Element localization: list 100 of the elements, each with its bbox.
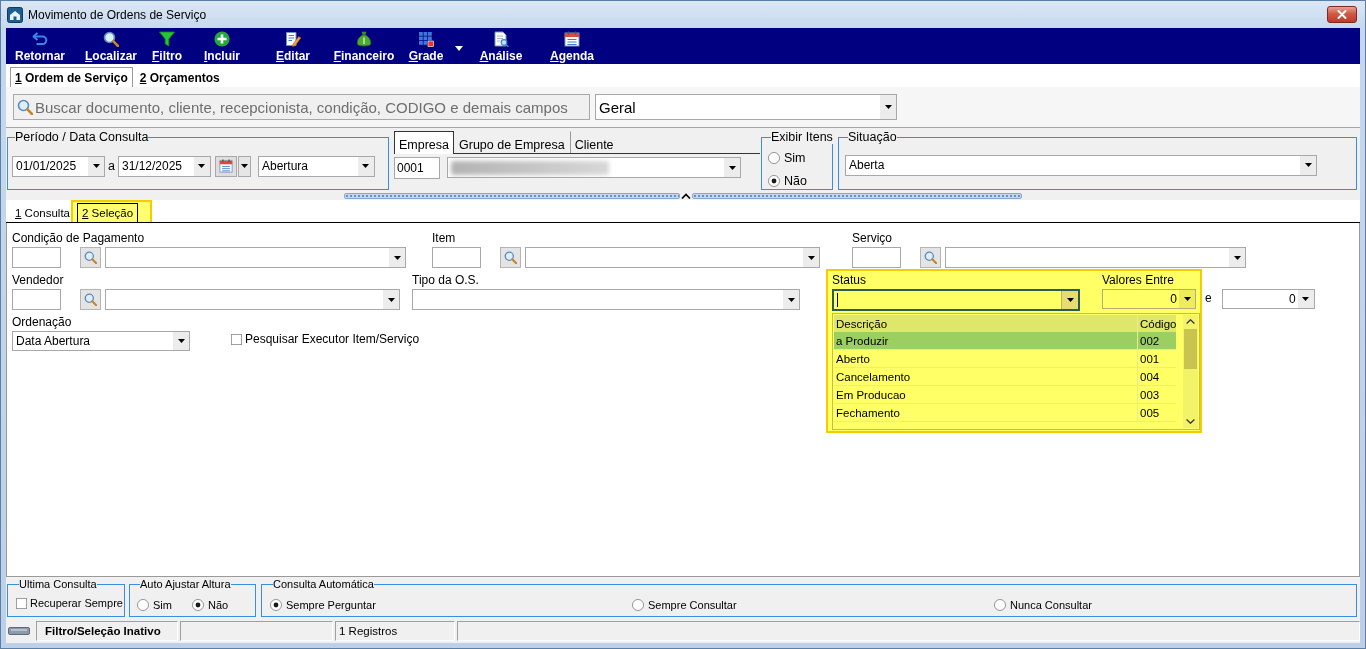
input-field[interactable] [432,247,481,268]
caret-down-icon [728,165,736,170]
tab[interactable]: Grupo de Empresa [454,131,570,153]
list-row[interactable]: Em Producao 003 [834,386,1176,404]
caret-down-icon [198,164,206,168]
dropdown[interactable]: Abertura [257,155,375,177]
calendar-icon [564,31,580,47]
splitter-grip[interactable] [344,193,680,199]
input-field[interactable] [852,247,901,268]
list-row[interactable]: a Produzir 002 [834,332,1176,350]
search-button[interactable] [920,247,941,268]
splitter-grip[interactable] [692,193,1022,199]
tab[interactable]: Cliente [569,131,619,153]
window-title: Movimento de Ordens de Serviço [28,7,208,22]
table-cell-text: Fechamento [835,405,901,421]
search-button[interactable] [80,289,101,310]
dropdown[interactable]: Geral [595,94,897,120]
list-row[interactable]: Aberto 001 [834,350,1176,368]
toolbar-button[interactable]: Localizar [74,28,148,64]
field-label: Serviço [852,231,892,247]
checkbox[interactable]: Pesquisar Executor Item/Serviço [231,332,420,346]
caret-down-icon [807,255,815,260]
radio-option[interactable]: Sempre Consultar [632,598,737,612]
dropdown[interactable]: Data Abertura [12,331,190,351]
tab[interactable]: 1 Consulta [12,203,73,222]
caret-down-icon [1302,297,1310,301]
toolbar-button[interactable]: Análise [466,28,536,64]
input-field[interactable] [12,247,61,268]
status-indicator-icon [8,626,30,636]
tab[interactable]: 2 Orçamentos [134,67,225,87]
toolbar-button[interactable]: Filtro [148,28,186,64]
scrollbar-thumb[interactable] [1184,329,1197,369]
dropdown-button[interactable] [237,155,251,177]
caret-down-icon [787,297,795,302]
dropdown[interactable]: 31/12/2025 [117,155,211,177]
input-field[interactable]: 0001 [394,157,440,179]
grid-icon [418,31,434,47]
group-label: Situação [848,131,897,144]
document-search-icon [493,31,509,47]
tab[interactable]: 2 Seleção [77,203,139,222]
field-label: Condição de Pagamento [12,231,145,247]
calendar-icon [218,159,233,173]
radio-option[interactable]: Sim [768,150,806,165]
dropdown[interactable]: 0 [1102,289,1196,309]
toolbar-button[interactable]: Grade [400,28,452,64]
dropdown[interactable]: Aberta [845,154,1317,176]
search-icon [504,251,517,264]
search-icon [84,251,97,264]
radio-option[interactable]: Não [768,173,807,188]
caret-down-icon [177,339,185,343]
close-button[interactable] [1327,6,1357,23]
search-button[interactable] [500,247,521,268]
status-panel: Filtro/Seleção Inativo [36,621,178,641]
chevron-up-icon [1186,319,1195,324]
text-cursor [837,293,838,307]
tab[interactable]: Empresa [394,131,455,154]
input-field[interactable] [12,289,61,310]
chevron-down-icon [1186,419,1195,424]
list-row[interactable]: Fechamento 005 [834,404,1176,422]
return-arrow-icon [32,31,48,47]
caret-down-icon [455,46,463,51]
toolbar-button[interactable]: Incluir [186,28,258,64]
tab[interactable]: 1 Ordem de Serviço [10,67,133,87]
caret-down-icon [362,164,370,168]
search-button[interactable] [80,247,101,268]
calendar-button[interactable] [214,155,237,177]
filter-icon [159,31,175,47]
toolbar-button[interactable]: Retornar [6,28,74,64]
range-label: e [1205,291,1212,305]
dropdown[interactable]: 0 [1221,289,1315,309]
search-field[interactable]: Buscar documento, cliente, recepcionista, condição, CODIGO e demais campos [13,94,590,120]
toolbar-button[interactable]: Financeiro [328,28,400,64]
status-panel: 1 Registros [335,621,455,641]
field-label: Valores Entre [1102,273,1174,289]
range-label: a [108,159,115,173]
group-label: Ultima Consulta [19,579,97,590]
caret-down-icon [92,164,100,168]
search-icon [103,31,119,47]
checkbox[interactable]: Recuperar Sempre [16,596,123,610]
dropdown[interactable]: 01/01/2025 [12,155,105,177]
table-cell: 004 [1137,368,1176,385]
plus-circle-icon [214,31,230,47]
toolbar-button[interactable]: Editar [258,28,328,64]
table-cell-text: Aberto [835,351,871,367]
radio-option[interactable]: Nunca Consultar [994,598,1092,612]
caret-down-icon [240,164,248,168]
field-label: Status [832,273,867,289]
dropdown[interactable] [832,289,1080,311]
caret-down-icon [387,297,395,302]
radio-option[interactable]: Sim [137,598,172,612]
table-cell-text: Em Producao [835,387,907,403]
radio-option[interactable]: Sempre Perguntar [270,598,376,612]
list-row[interactable]: Cancelamento 004 [834,368,1176,386]
caret-up-icon[interactable] [681,193,691,199]
toolbar-button[interactable]: Agenda [536,28,608,64]
column-header: Descrição [835,316,889,332]
scrollbar[interactable] [1183,315,1198,428]
field-label: Ordenação [12,315,72,331]
app-icon [7,6,23,23]
radio-option[interactable]: Não [191,598,229,612]
